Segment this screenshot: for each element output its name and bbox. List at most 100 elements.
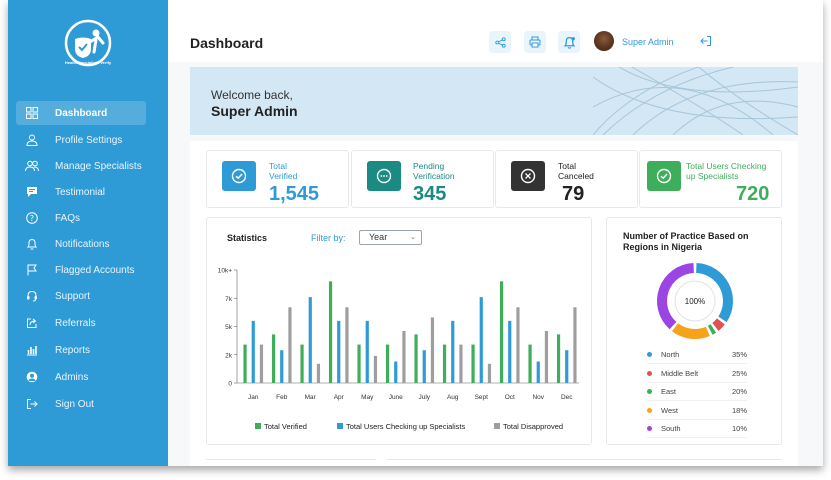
bar [259, 344, 264, 383]
legend-dot [647, 426, 652, 431]
x-tick-label: Feb [276, 394, 288, 401]
logout-button[interactable] [698, 33, 714, 49]
legend-label: North [661, 350, 680, 359]
sidebar-item-notifications[interactable]: Notifications [16, 232, 146, 256]
sidebar-item-flagged-accounts[interactable]: Flagged Accounts [16, 258, 146, 282]
banner-pattern [593, 67, 798, 135]
check-circle-icon [647, 161, 681, 191]
legend-dot [647, 389, 652, 394]
welcome-name: Super Admin [211, 103, 298, 119]
bar [459, 344, 463, 383]
card-value: 79 [562, 183, 585, 205]
legend-swatch [255, 423, 261, 429]
card-label: Pending Verification [413, 161, 455, 181]
legend-row: South 10% [647, 420, 747, 438]
bar [243, 344, 247, 383]
legend-label: Total Users Checking up Specialists [346, 422, 465, 431]
legend-percent: 25% [731, 368, 747, 378]
sidebar-item-admins[interactable]: Admins [16, 365, 146, 389]
statistics-card: Statistics Filter by: Year ⌄ 0 2k 5k 7k 10k+… [206, 217, 592, 445]
bar [536, 361, 540, 383]
y-tick-label: 2k [225, 352, 233, 359]
x-tick-label: May [361, 394, 374, 401]
share-button[interactable] [489, 31, 511, 53]
x-tick-label: June [389, 394, 403, 401]
bar [271, 334, 276, 383]
legend-label: Total Verified [264, 422, 307, 431]
sidebar-item-manage-specialists[interactable]: Manage Specialists [16, 154, 146, 178]
share-icon [24, 315, 40, 331]
legend-row: West 18% [647, 402, 747, 420]
legend-label: Middle Belt [661, 368, 699, 378]
page-title: Dashboard [190, 35, 264, 51]
user-name[interactable]: Super Admin [622, 37, 674, 47]
legend-label: South [661, 424, 681, 433]
stat-card-pending-verification[interactable]: Pending Verification 345 [351, 150, 494, 208]
legend-percent: 20% [731, 387, 747, 396]
card-value: 345 [413, 183, 447, 205]
logout-icon [700, 36, 711, 46]
print-button[interactable] [524, 31, 546, 53]
chat-icon [24, 184, 40, 200]
legend-row: Middle Belt 25% [647, 365, 747, 383]
sidebar-item-profile-settings[interactable]: Profile Settings [16, 128, 146, 152]
sidebar-item-label: Support [55, 290, 91, 302]
sidebar-item-testimonial[interactable]: Testimonial [16, 180, 146, 204]
sidebar-item-dashboard[interactable]: Dashboard [16, 101, 146, 125]
sidebar-item-referrals[interactable]: Referrals [16, 311, 146, 335]
donut-slice [707, 324, 717, 335]
sidebar-item-label: Admins [55, 371, 89, 383]
y-tick-label: 7k [225, 296, 233, 303]
bell-icon [24, 236, 40, 252]
x-tick-label: Mar [305, 394, 317, 401]
sidebar-item-label: Sign Out [55, 398, 94, 410]
x-tick-label: Dec [561, 394, 573, 401]
app-window: Health Specialists Verify Dashboard Prof… [8, 0, 823, 466]
sidebar-item-reports[interactable]: Reports [16, 338, 146, 362]
legend-swatch [494, 423, 500, 429]
donut-slice [671, 323, 710, 339]
bar [337, 320, 341, 383]
legend-row: North 35% [647, 346, 747, 364]
top-bar: Dashboard Super Admin [168, 0, 823, 62]
bar [422, 350, 426, 383]
bar [251, 320, 255, 383]
check-badge-icon [222, 161, 256, 191]
bell-icon [563, 36, 575, 49]
stat-card-total-canceled[interactable]: Total Canceled 79 [495, 150, 638, 208]
sidebar-item-support[interactable]: Support [16, 284, 146, 308]
y-tick-label: 10k+ [218, 268, 232, 275]
donut-center-label: 100% [685, 297, 705, 306]
sidebar-item-faqs[interactable]: ? FAQs [16, 206, 146, 230]
legend-label: Total Disapproved [503, 422, 563, 431]
bar [345, 307, 349, 383]
card-label: Total Users Checking up Specialists [686, 161, 767, 181]
notifications-button[interactable] [558, 31, 580, 53]
sidebar-item-sign-out[interactable]: Sign Out [16, 392, 146, 416]
bar [516, 307, 520, 383]
share-icon [494, 36, 506, 48]
bar [556, 334, 561, 383]
bar [451, 320, 455, 383]
bar [508, 320, 512, 383]
user-icon [24, 132, 40, 148]
sidebar-item-label: Flagged Accounts [55, 264, 135, 276]
avatar[interactable] [594, 31, 614, 51]
legend-percent: 18% [731, 405, 747, 415]
legend-dot [647, 352, 652, 357]
bar [308, 297, 312, 383]
bar [365, 320, 369, 383]
stat-card-users-checking[interactable]: Total Users Checking up Specialists 720 [639, 150, 782, 208]
stat-card-total-verified[interactable]: Total Verified 1,545 [206, 150, 349, 208]
bar [565, 350, 569, 383]
sidebar-item-label: Notifications [55, 238, 110, 250]
sidebar-item-label: Reports [55, 344, 91, 356]
x-tick-label: July [418, 394, 430, 401]
bar [280, 350, 284, 383]
regions-card: Number of Practice Based on Regions in N… [606, 217, 782, 445]
help-icon: ? [24, 210, 40, 226]
sidebar-item-label: FAQs [55, 212, 81, 224]
signout-icon [24, 396, 40, 412]
card-value: 1,545 [269, 183, 320, 205]
bar [402, 331, 406, 383]
